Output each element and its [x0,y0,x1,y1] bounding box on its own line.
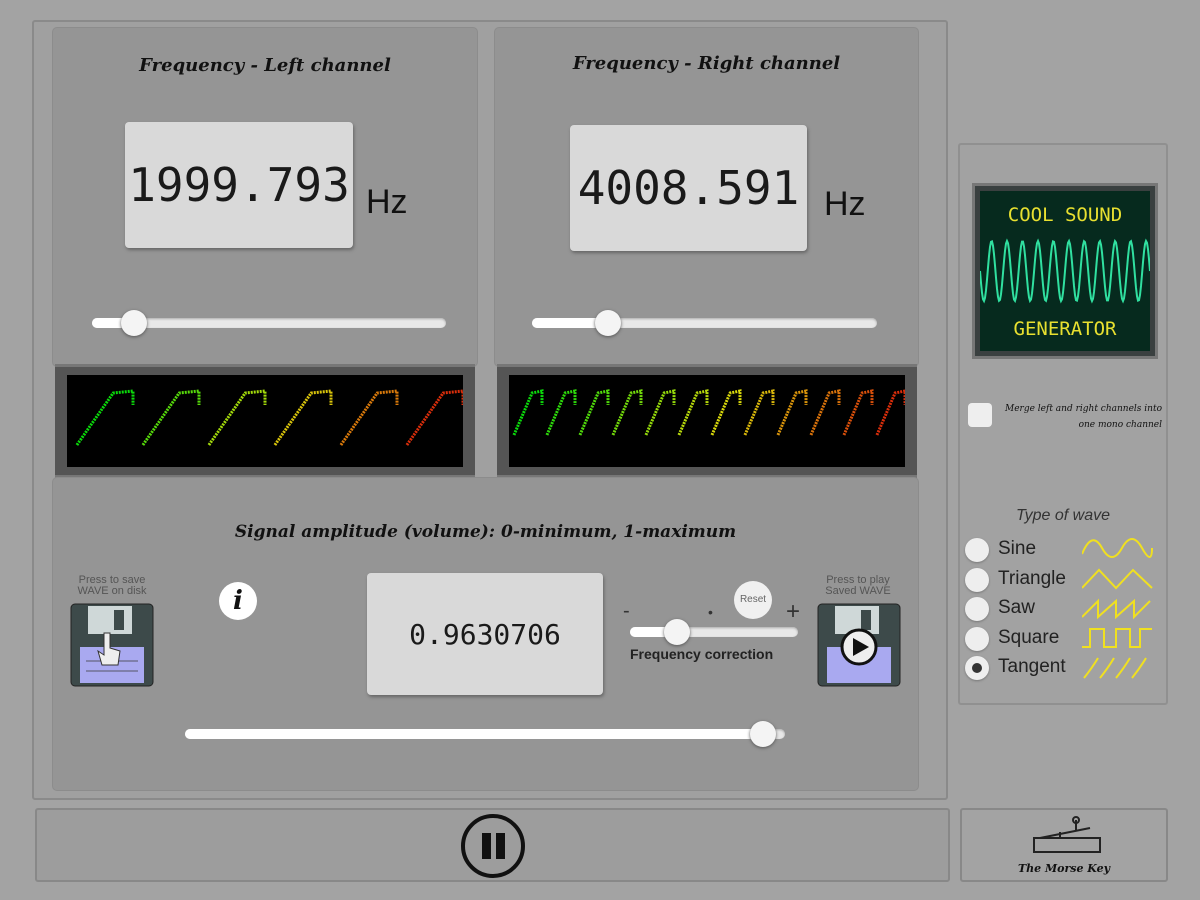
correction-plus: + [786,598,801,625]
meter-mark [75,389,135,446]
meter-mark [842,389,874,436]
meter-mark [578,389,610,436]
triangle-wave-icon [1082,568,1153,589]
right-frequency-slider[interactable] [532,310,877,336]
merge-checkbox[interactable] [968,403,992,427]
left-frequency-display[interactable]: 1999.793 [125,122,353,248]
morse-key-icon [1033,816,1101,853]
options-sidebar: COOL SOUND GENERATOR Merge left and righ… [958,143,1168,705]
wave-radio-square[interactable] [965,626,989,651]
meter-mark [545,389,577,436]
meter-mark [809,389,841,436]
wave-radio-triangle[interactable] [965,567,989,592]
wave-label: Tangent [998,656,1066,677]
right-frequency-display[interactable]: 4008.591 [570,125,807,251]
app-logo: COOL SOUND GENERATOR [972,183,1158,359]
logo-line2: GENERATOR [1014,318,1118,340]
meter-mark [405,389,463,446]
play-wave-button[interactable] [817,603,901,687]
right-unit: Hz [824,185,866,223]
right-channel-panel: Frequency - Right channel 4008.591 Hz [495,28,918,366]
right-frequency-meter [497,364,917,478]
square-wave-icon [1082,627,1152,648]
left-frequency-slider[interactable] [92,310,446,336]
amplitude-slider[interactable] [185,721,785,747]
logo-line1: COOL SOUND [1008,204,1122,226]
tangent-wave-icon [1083,657,1147,679]
wave-radio-saw[interactable] [965,597,989,621]
meter-mark [677,389,709,436]
merge-label: Merge left and right channels into one m… [1005,404,1162,430]
wave-type-title: Type of wave [1016,507,1110,524]
correction-center: • [708,604,713,620]
sine-wave-icon [1082,538,1153,558]
info-button[interactable]: i [219,582,257,620]
save-wave-button[interactable] [70,603,154,687]
left-channel-panel: Frequency - Left channel 1999.793 Hz [53,28,477,366]
left-channel-title: Frequency - Left channel [139,55,391,76]
correction-label: Frequency correction [630,646,774,662]
meter-mark [611,389,643,436]
reset-button[interactable]: Reset [734,581,772,619]
oscilloscope-logo-icon: COOL SOUND GENERATOR [979,191,1151,351]
play-label: Press to play Saved WAVE [825,574,891,597]
floppy-play-icon [817,603,901,687]
meter-mark [710,389,742,436]
meter-mark [875,389,905,436]
pause-icon [482,833,491,859]
slider-thumb[interactable] [594,310,621,336]
slider-thumb[interactable] [121,310,148,336]
meter-mark [339,389,399,446]
amplitude-panel: Signal amplitude (volume): 0-minimum, 1-… [53,478,918,790]
slider-thumb[interactable] [664,619,691,645]
pause-button[interactable] [461,814,525,878]
save-label: Press to save WAVE on disk [77,574,147,597]
control-bar [35,808,950,882]
saw-wave-icon [1082,598,1151,620]
meter-mark [776,389,808,436]
right-channel-title: Frequency - Right channel [572,53,841,74]
meter-mark [141,389,201,446]
meter-mark [743,389,775,436]
amplitude-display[interactable]: 0.9630706 [367,573,603,695]
morse-key-label: The Morse Key [1017,862,1111,875]
pause-icon-bar [496,833,505,859]
wave-label: Triangle [998,567,1066,589]
meter-mark [207,389,267,446]
wave-label: Square [998,626,1060,648]
slider-thumb[interactable] [749,721,776,747]
meter-mark [512,389,544,436]
wave-radio-sine[interactable] [965,538,989,562]
left-unit: Hz [366,183,408,221]
meter-mark [273,389,333,446]
meter-mark [644,389,676,436]
morse-key-button[interactable]: The Morse Key [960,808,1168,882]
amplitude-title: Signal amplitude (volume): 0-minimum, 1-… [234,522,737,542]
wave-label: Sine [998,538,1037,559]
floppy-save-icon [70,603,154,687]
wave-label: Saw [998,597,1035,618]
correction-minus: - [623,600,630,622]
wave-radio-tangent[interactable] [965,656,989,680]
frequency-correction-slider[interactable] [630,619,798,645]
left-frequency-meter [55,364,475,478]
